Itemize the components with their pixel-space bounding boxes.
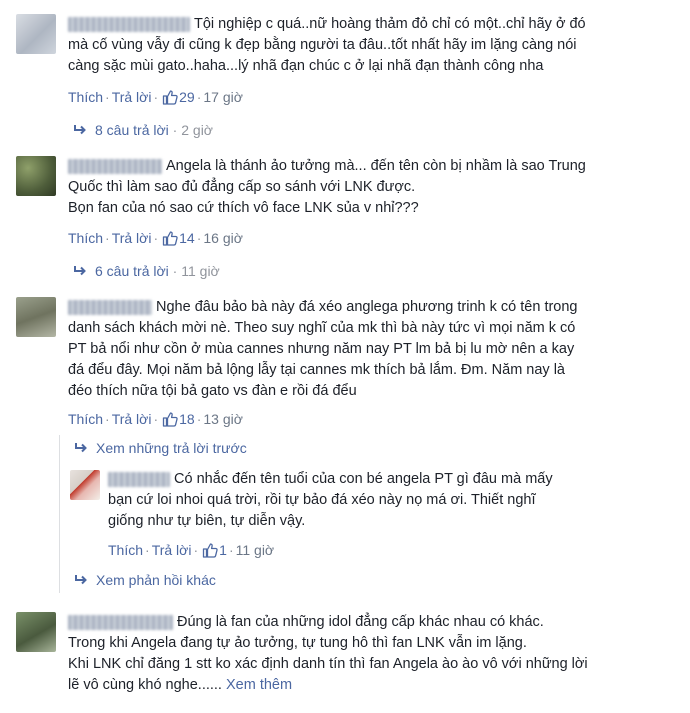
reply-actions: Thích · Trả lời · 1 · 11 giờ [108,542,275,558]
comment-actions: Thích · Trả lời · 18 · 13 giờ [68,411,243,427]
comment-text: Đúng là fan của những idol đẳng cấp khác… [68,614,588,693]
reply-link[interactable]: Trả lời [112,230,152,246]
avatar[interactable] [16,297,56,337]
like-link[interactable]: Thích [68,89,103,105]
avatar[interactable] [16,14,56,54]
thumbs-up-icon[interactable] [162,230,178,246]
reply-thread-line [59,435,60,593]
previous-replies-link[interactable]: Xem những trả lời trước [74,439,247,457]
reply-link[interactable]: Trả lời [112,411,152,427]
like-count[interactable]: 1 [219,542,227,558]
avatar[interactable] [70,470,100,500]
comment-text: Angela là thánh ảo tưởng mà... đến tên c… [68,158,586,216]
timestamp[interactable]: 17 giờ [203,89,243,105]
author-name-blurred[interactable] [108,471,170,487]
comment-actions: Thích · Trả lời · 14 · 16 giờ [68,230,243,246]
like-link[interactable]: Thích [68,230,103,246]
reply-arrow-icon [74,125,86,135]
author-name-blurred[interactable] [68,158,162,174]
timestamp[interactable]: 11 giờ [236,542,275,558]
more-replies-link[interactable]: Xem phản hồi khác [74,571,216,589]
comment-actions: Thích · Trả lời · 29 · 17 giờ [68,89,243,105]
replies-link[interactable]: 8 câu trả lời · 2 giờ [73,121,213,139]
thumbs-up-icon[interactable] [202,542,218,558]
reply-link[interactable]: Trả lời [152,542,192,558]
comment-text: Tội nghiệp c quá..nữ hoàng thảm đỏ chỉ c… [68,16,586,74]
author-name-blurred[interactable] [68,16,190,32]
reply-link[interactable]: Trả lời [112,89,152,105]
reply-arrow-icon [75,443,87,453]
thumbs-up-icon[interactable] [162,411,178,427]
reply-arrow-icon [75,575,87,585]
timestamp[interactable]: 16 giờ [203,230,243,246]
reply-arrow-icon [74,266,86,276]
replies-link[interactable]: 6 câu trả lời · 11 giờ [73,262,220,280]
author-name-blurred[interactable] [68,299,152,315]
thumbs-up-icon[interactable] [162,89,178,105]
like-link[interactable]: Thích [68,411,103,427]
like-link[interactable]: Thích [108,542,143,558]
like-count[interactable]: 14 [179,230,195,246]
like-count[interactable]: 29 [179,89,195,105]
reply-text: Có nhắc đến tên tuổi của con bé angela P… [108,471,553,529]
like-count[interactable]: 18 [179,411,195,427]
avatar[interactable] [16,156,56,196]
timestamp[interactable]: 13 giờ [203,411,243,427]
comment-text: Nghe đâu bảo bà này đá xéo anglega phươn… [68,299,578,399]
avatar[interactable] [16,612,56,652]
author-name-blurred[interactable] [68,614,173,630]
see-more-link[interactable]: Xem thêm [226,677,292,693]
